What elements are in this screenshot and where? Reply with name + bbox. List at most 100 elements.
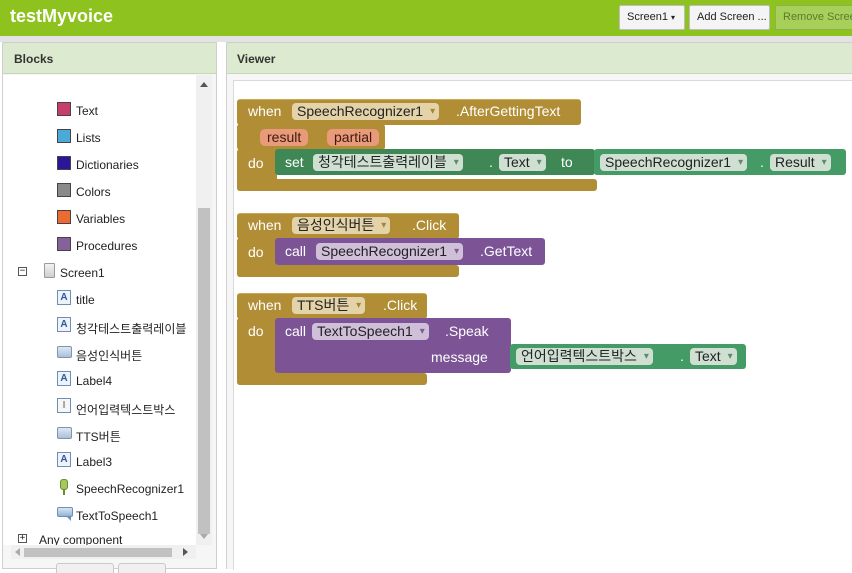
add-screen-button[interactable]: Add Screen ... xyxy=(689,5,770,30)
scroll-down-arrow-icon[interactable] xyxy=(200,534,208,539)
speech-recognizer-icon xyxy=(59,479,69,495)
blocks-vertical-scrollbar[interactable] xyxy=(196,75,212,545)
scroll-right-arrow-icon[interactable] xyxy=(183,548,188,556)
lists-color-swatch xyxy=(57,129,71,143)
event-footer xyxy=(237,179,597,191)
text-color-swatch xyxy=(57,102,71,116)
getter-property-dropdown[interactable]: Result xyxy=(770,154,831,171)
set-component-dropdown[interactable]: 청각테스트출력레이블 xyxy=(313,154,463,171)
tree-screen1[interactable]: − Screen1 xyxy=(17,263,187,283)
component-label: TextToSpeech1 xyxy=(76,509,159,523)
screen-selector-dropdown[interactable]: Screen1 ▾ xyxy=(619,5,685,30)
do-keyword: do xyxy=(248,155,264,171)
do-keyword: do xyxy=(248,323,264,339)
blocks-panel-bottom-button-2[interactable] xyxy=(118,563,166,573)
label-icon: A xyxy=(57,452,71,467)
call-component-dropdown[interactable]: TextToSpeech1 xyxy=(312,323,429,340)
call-method-block[interactable]: call SpeechRecognizer1 .GetText xyxy=(275,238,545,265)
event-footer xyxy=(237,265,459,277)
call-speak-block[interactable]: call TextToSpeech1 .Speak message xyxy=(275,318,511,373)
param-partial[interactable]: partial xyxy=(327,129,380,146)
viewer-panel: Viewer when SpeechRecognizer1 .AfterGett… xyxy=(226,42,852,570)
param-result[interactable]: result xyxy=(260,129,309,146)
message-arg-label: message xyxy=(431,349,488,365)
component-label: title xyxy=(76,293,95,307)
label-icon: A xyxy=(57,371,71,386)
component-label: 음성인식버튼 xyxy=(76,349,143,363)
tree-any-component[interactable]: + Any component xyxy=(17,530,187,545)
blocks-horizontal-scrollbar[interactable] xyxy=(11,545,196,559)
when-keyword: when xyxy=(248,297,282,313)
top-bar: testMyvoice Screen1 ▾ Add Screen ... Rem… xyxy=(0,0,852,36)
colors-color-swatch xyxy=(57,183,71,197)
event-name: .AfterGettingText xyxy=(456,103,561,119)
component-label: Label4 xyxy=(76,374,113,388)
blocks-panel-header: Blocks xyxy=(3,43,216,74)
call-component-dropdown[interactable]: SpeechRecognizer1 xyxy=(316,243,464,260)
blocks-panel-bottom-button-1[interactable] xyxy=(56,563,114,573)
variables-color-swatch xyxy=(57,210,71,224)
screen-label: Screen1 xyxy=(60,266,105,280)
blocks-workspace[interactable]: when SpeechRecognizer1 .AfterGettingText… xyxy=(233,80,852,570)
viewer-panel-header: Viewer xyxy=(227,43,852,74)
getter-block[interactable]: SpeechRecognizer1 . Result xyxy=(594,149,846,175)
component-label: 청각테스트출력레이블 xyxy=(76,322,187,336)
do-keyword: do xyxy=(248,244,264,260)
set-keyword: set xyxy=(285,154,304,170)
dot-separator: . xyxy=(489,154,493,170)
event-block-tts-button-click[interactable]: when TTS버튼 .Click do call TextToSpeech1 … xyxy=(237,293,757,385)
app-title: testMyvoice xyxy=(10,6,114,26)
event-name: .Click xyxy=(383,297,418,313)
scroll-up-arrow-icon[interactable] xyxy=(200,82,208,87)
when-keyword: when xyxy=(248,217,282,233)
chevron-down-icon: ▾ xyxy=(671,13,676,22)
getter-component-dropdown[interactable]: 언어입력텍스트박스 xyxy=(516,348,653,365)
event-block-after-getting-text[interactable]: when SpeechRecognizer1 .AfterGettingText… xyxy=(237,99,852,191)
procedures-color-swatch xyxy=(57,237,71,251)
to-keyword: to xyxy=(561,154,573,170)
button-icon xyxy=(57,346,72,358)
set-property-block[interactable]: set 청각테스트출력레이블 . Text to xyxy=(275,149,595,175)
builtin-label: Text xyxy=(76,104,99,118)
button-icon xyxy=(57,427,72,439)
dot-separator: . xyxy=(760,154,764,170)
dot-separator: . xyxy=(680,348,684,364)
builtin-label: Lists xyxy=(76,131,101,145)
horizontal-scroll-thumb[interactable] xyxy=(24,548,172,557)
call-keyword: call xyxy=(285,243,307,259)
event-component-dropdown[interactable]: SpeechRecognizer1 xyxy=(292,103,440,120)
screen-icon xyxy=(44,263,55,278)
dictionaries-color-swatch xyxy=(57,156,71,170)
blocks-tree: Text Lists Dictionaries Colors Variables… xyxy=(3,75,196,545)
builtin-label: Variables xyxy=(76,212,126,226)
when-keyword: when xyxy=(248,103,282,119)
text-to-speech-icon xyxy=(57,507,74,521)
component-label: TTS버튼 xyxy=(76,430,121,444)
getter-component-dropdown[interactable]: SpeechRecognizer1 xyxy=(600,154,748,171)
call-keyword: call xyxy=(285,323,307,339)
blocks-panel: Blocks Text Lists Dictionaries Colors Va… xyxy=(2,42,217,573)
collapse-icon[interactable]: − xyxy=(18,267,27,276)
label-icon: A xyxy=(57,290,71,305)
event-block-voice-button-click[interactable]: when 음성인식버튼 .Click do call SpeechRecogni… xyxy=(237,213,557,277)
event-component-dropdown[interactable]: 음성인식버튼 xyxy=(292,217,391,234)
builtin-label: Colors xyxy=(76,185,111,199)
any-component-label: Any component xyxy=(39,533,123,545)
scroll-left-arrow-icon[interactable] xyxy=(15,548,20,556)
component-label: SpeechRecognizer1 xyxy=(76,482,185,496)
set-property-dropdown[interactable]: Text xyxy=(499,154,546,171)
screen-selector-label: Screen1 xyxy=(627,11,668,23)
component-label: 언어입력텍스트박스 xyxy=(76,403,176,417)
method-name: .Speak xyxy=(445,323,489,339)
vertical-scroll-thumb[interactable] xyxy=(198,208,210,534)
getter-property-dropdown[interactable]: Text xyxy=(690,348,737,365)
expand-icon[interactable]: + xyxy=(18,534,27,543)
event-component-dropdown[interactable]: TTS버튼 xyxy=(292,297,366,314)
textbox-icon: I xyxy=(57,398,71,413)
remove-screen-button[interactable]: Remove Scree xyxy=(775,5,852,30)
textbox-getter-block[interactable]: 언어입력텍스트박스 . Text xyxy=(510,344,746,369)
event-name: .Click xyxy=(412,217,447,233)
label-icon: A xyxy=(57,317,71,332)
event-footer xyxy=(237,373,427,385)
component-label: Label3 xyxy=(76,455,113,469)
